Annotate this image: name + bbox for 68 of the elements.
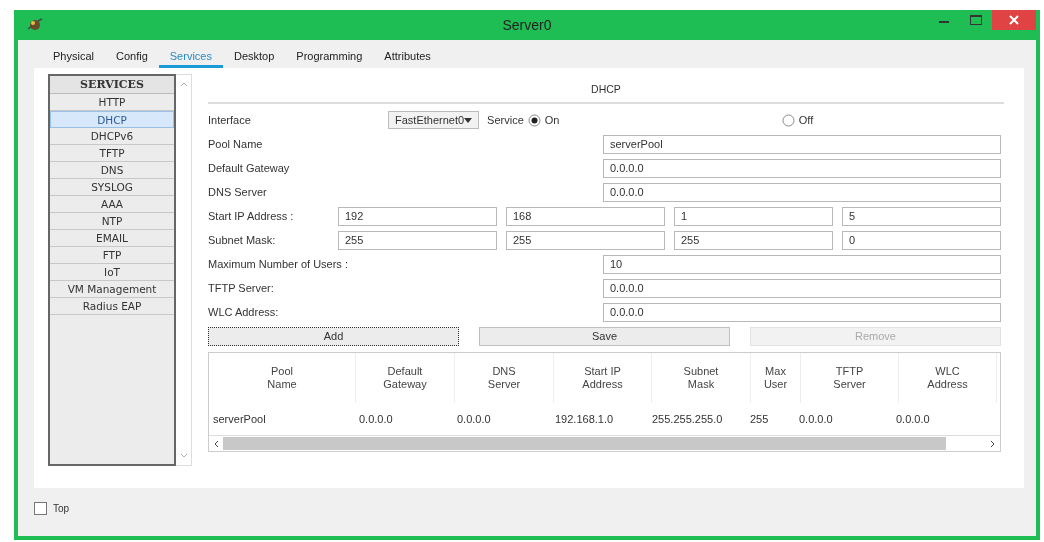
table-cell: 0.0.0.0 — [359, 413, 393, 425]
app-icon — [26, 17, 44, 33]
tab[interactable]: Physical — [42, 50, 105, 68]
column-header: Start IP Address — [582, 365, 623, 391]
field-label: Start IP Address : — [208, 210, 295, 222]
table-cell: 0.0.0.0 — [896, 413, 930, 425]
column-header: TFTP Server — [833, 365, 866, 391]
checkbox[interactable] — [34, 502, 47, 515]
close-icon — [1009, 15, 1019, 25]
input-field[interactable]: 0.0.0.0 — [603, 302, 1001, 322]
input-field[interactable]: 0.0.0.0 — [603, 278, 1001, 298]
table-cell: serverPool — [213, 413, 266, 425]
action-button[interactable]: Save — [479, 326, 730, 346]
scrollbar[interactable] — [176, 74, 192, 466]
table-cell: 192.168.1.0 — [555, 413, 614, 425]
input-field[interactable]: 255 — [674, 230, 833, 250]
close-button[interactable] — [992, 10, 1036, 30]
scroll-up-icon — [179, 81, 188, 87]
caret-icon — [464, 117, 473, 123]
scroll-thumb[interactable] — [223, 437, 946, 450]
input-field[interactable]: 168 — [506, 206, 665, 226]
field-label: Subnet Mask: — [208, 234, 277, 246]
input-field[interactable]: serverPool — [603, 134, 1001, 154]
column-header: Subnet Mask — [683, 365, 719, 391]
list-heading: SERVICES — [50, 76, 174, 94]
field-label: DNS Server — [208, 186, 268, 198]
horizontal-scrollbar[interactable] — [209, 435, 1000, 451]
table-cell: 255 — [750, 413, 769, 425]
action-button[interactable]: Add — [208, 326, 459, 346]
field-label: Pool Name — [208, 138, 264, 150]
radio-option[interactable]: On — [527, 113, 778, 127]
window-title: Server0 — [502, 17, 552, 33]
scroll-down-icon — [179, 453, 188, 459]
input-field[interactable]: 255 — [338, 230, 497, 250]
column-header: Default Gateway — [383, 365, 427, 391]
column-header: Max User — [763, 365, 788, 391]
field-label: Default Gateway — [208, 162, 291, 174]
tab[interactable]: Attributes — [373, 50, 442, 68]
scroll-right-icon — [990, 439, 996, 448]
input-field[interactable]: 192 — [338, 206, 497, 226]
column-header: Pool Name — [267, 365, 297, 391]
input-field[interactable]: 0.0.0.0 — [603, 182, 1001, 202]
field-label: Interface — [208, 114, 252, 126]
input-field[interactable]: 5 — [842, 206, 1001, 226]
input-field[interactable]: 0 — [842, 230, 1001, 250]
column-header: WLC Address — [927, 365, 968, 391]
input-field[interactable]: 10 — [603, 254, 1001, 274]
sidebar-item[interactable]: DHCP — [50, 111, 174, 128]
table-cell: 0.0.0.0 — [457, 413, 491, 425]
table-cell: 0.0.0.0 — [799, 413, 833, 425]
top-checkbox[interactable]: Top — [34, 502, 70, 515]
input-field[interactable]: 1 — [674, 206, 833, 226]
scroll-left-icon — [213, 439, 219, 448]
field-label: Service — [487, 114, 524, 126]
field-label: WLC Address: — [208, 306, 280, 318]
interface-dropdown[interactable]: FastEthernet0 — [388, 111, 480, 129]
tab[interactable]: Programming — [285, 50, 374, 68]
column-header: DNS Server — [487, 365, 521, 391]
maximize-icon — [970, 15, 982, 25]
radio-option[interactable]: Off — [781, 113, 1032, 127]
field-label: TFTP Server: — [208, 282, 275, 294]
section-heading: DHCP — [590, 82, 622, 96]
tab[interactable]: Config — [104, 50, 159, 68]
tab[interactable]: Desktop — [222, 50, 286, 68]
table-cell: 255.255.255.0 — [652, 413, 723, 425]
field-label: Maximum Number of Users : — [208, 258, 349, 270]
input-field[interactable]: 255 — [506, 230, 665, 250]
input-field[interactable]: 0.0.0.0 — [603, 158, 1001, 178]
